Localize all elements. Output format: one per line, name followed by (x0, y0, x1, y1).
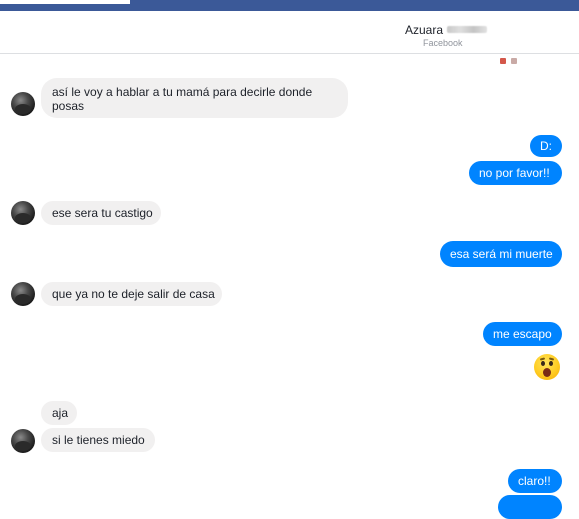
contact-name-row[interactable]: Azuara (405, 21, 488, 37)
outgoing-message: esa será mi muerte (440, 241, 562, 267)
incoming-message: que ya no te deje salir de casa (41, 282, 222, 306)
incoming-message: ese sera tu castigo (41, 201, 161, 225)
astonished-face-emoji (534, 354, 560, 380)
header-decoration (500, 51, 526, 64)
contact-source: Facebook (423, 38, 463, 48)
incoming-message: así le voy a hablar a tu mamá para decir… (41, 78, 348, 118)
contact-avatar[interactable] (11, 201, 35, 225)
outgoing-message: D: (530, 135, 562, 157)
facebook-top-bar (0, 0, 579, 11)
conversation-header: Azuara Facebook (0, 11, 579, 64)
contact-name[interactable]: Azuara (405, 23, 443, 37)
contact-avatar[interactable] (11, 429, 35, 453)
outgoing-message: claro!! (508, 469, 562, 493)
incoming-message: si le tienes miedo (41, 428, 155, 452)
outgoing-message: me escapo (483, 322, 562, 346)
outgoing-message: no por favor!! (469, 161, 562, 185)
browser-tab-strip (0, 0, 130, 4)
contact-avatar[interactable] (11, 92, 35, 116)
contact-avatar[interactable] (11, 282, 35, 306)
redacted-surname (447, 26, 488, 34)
outgoing-message-partial (498, 495, 562, 519)
incoming-message: aja (41, 401, 77, 425)
